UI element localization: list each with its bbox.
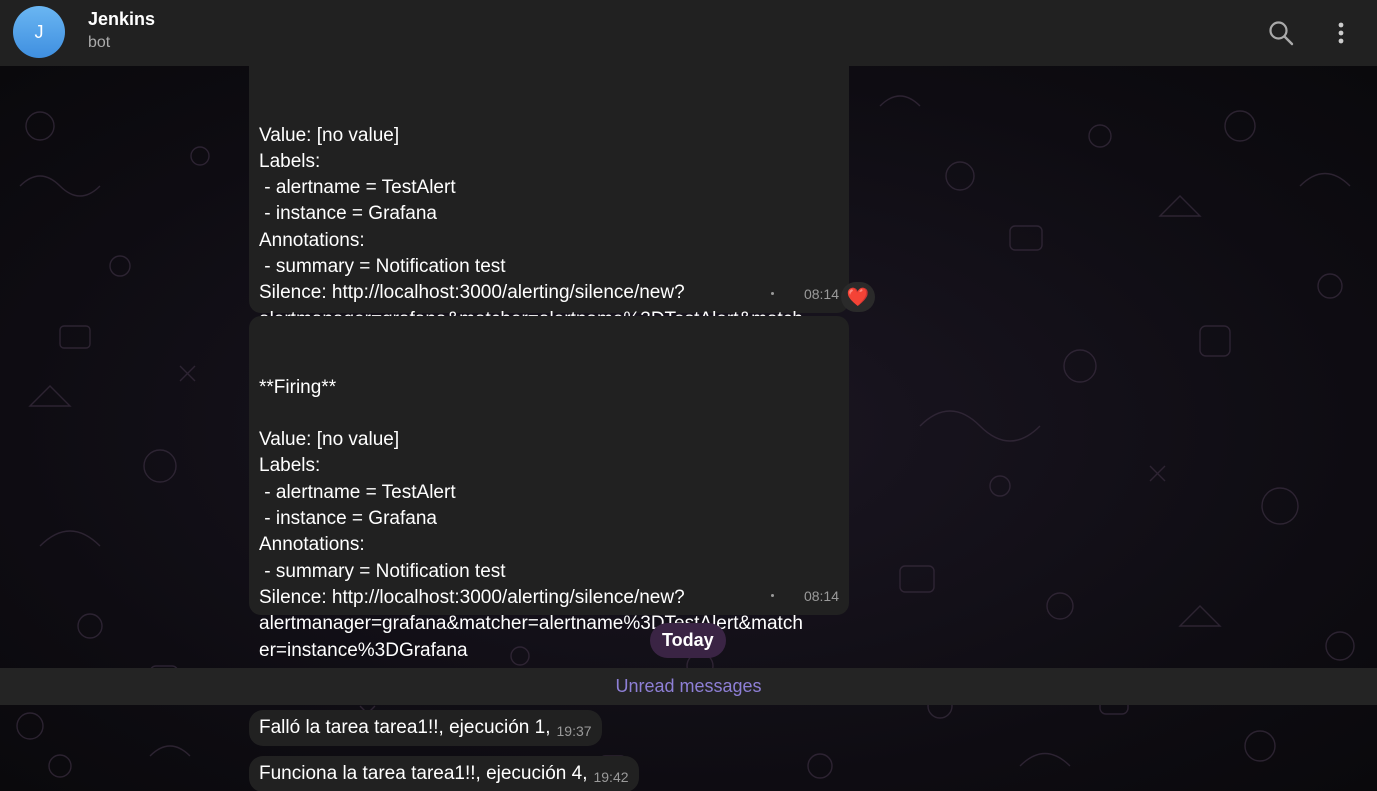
message-time: 08:14 (803, 285, 839, 302)
chat-title: Jenkins (88, 9, 156, 29)
message-bubble[interactable]: **Firing** Value: [no value] Labels: - a… (249, 316, 849, 661)
message-meta: 08:14 (770, 281, 839, 307)
unread-messages-bar: Unread messages (0, 668, 1377, 705)
search-button[interactable] (1264, 16, 1298, 50)
message-bubble[interactable]: Funciona la tarea tarea1!!, ejecución 4,… (249, 756, 639, 791)
more-vertical-icon (1338, 22, 1344, 44)
message-bubble[interactable]: Falló la tarea tarea1!!, ejecución 1, 19… (249, 710, 602, 746)
status-dot (770, 292, 774, 296)
avatar-letter: J (34, 21, 44, 42)
message-text: Funciona la tarea tarea1!!, ejecución 4, (259, 763, 588, 784)
chat-header[interactable]: J Jenkins bot (0, 0, 1377, 66)
chat-background: Value: [no value] Labels: - alertname = … (0, 66, 1377, 791)
more-options-button[interactable] (1324, 16, 1358, 50)
message-time: 19:37 (556, 723, 592, 739)
message-bubble[interactable]: Value: [no value] Labels: - alertname = … (249, 66, 849, 356)
message-time: 19:42 (593, 769, 629, 785)
unread-label: Unread messages (615, 676, 762, 696)
message-meta: 08:14 (770, 583, 839, 609)
chat-status: bot (88, 34, 111, 51)
status-dot (770, 594, 774, 598)
avatar[interactable]: J (13, 6, 65, 58)
date-separator: Today (650, 623, 726, 658)
message-time: 08:14 (803, 587, 839, 604)
message-text: Falló la tarea tarea1!!, ejecución 1, (259, 717, 551, 738)
search-icon (1269, 21, 1294, 46)
telegram-chat-window: Value: [no value] Labels: - alertname = … (0, 0, 1377, 791)
heart-icon: ❤️ (846, 286, 870, 307)
message-text: **Firing** Value: [no value] Labels: - a… (259, 376, 803, 661)
heart-reaction[interactable]: ❤️ (841, 282, 875, 312)
